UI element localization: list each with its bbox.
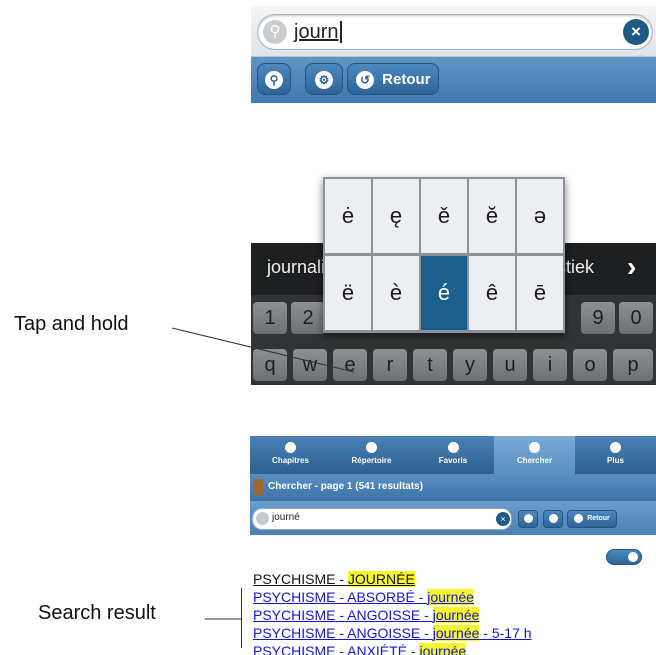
search-icon <box>529 442 540 453</box>
results-list: PSYCHISME - JOURNÉE PSYCHISME - ABSORBÉ … <box>250 535 656 655</box>
result-prefix: PSYCHISME - ANGOISSE - <box>253 625 433 641</box>
result-item[interactable]: PSYCHISME - ANGOISSE - journée <box>253 607 480 623</box>
tab-chapitres[interactable]: Chapitres <box>250 436 331 474</box>
tab-label: Plus <box>607 456 624 465</box>
book-icon <box>285 442 296 453</box>
result-suffix: - 5-17 h <box>479 625 532 641</box>
gear-icon <box>548 513 558 523</box>
retour-button[interactable]: Retour <box>567 510 617 528</box>
result-bracket <box>241 588 242 648</box>
result-prefix: PSYCHISME - <box>253 571 348 587</box>
book-icon <box>253 479 263 495</box>
search-icon <box>523 513 533 523</box>
result-item[interactable]: PSYCHISME - ABSORBÉ - journée <box>253 589 474 605</box>
tab-plus[interactable]: Plus <box>575 436 656 474</box>
result-prefix: PSYCHISME - ABSORBÉ - <box>253 589 428 605</box>
page-title: Chercher - page 1 (541 resultats) <box>268 481 424 492</box>
result-item[interactable]: PSYCHISME - ANXIÉTÉ - journée <box>253 643 467 655</box>
result-item[interactable]: PSYCHISME - JOURNÉE <box>253 571 415 587</box>
clear-icon[interactable]: × <box>496 512 510 526</box>
page-header: Chercher - page 1 (541 resultats) <box>250 474 656 501</box>
tab-repertoire[interactable]: Répertoire <box>331 436 412 474</box>
result-item[interactable]: PSYCHISME - ANGOISSE - journée - 5-17 h <box>253 625 532 641</box>
tab-label: Favoris <box>438 456 468 465</box>
list-icon <box>366 442 377 453</box>
search-icon <box>256 512 269 525</box>
tab-bar: Chapitres Répertoire Favoris Chercher Pl… <box>250 436 656 474</box>
result-highlight: journée <box>419 643 467 655</box>
plus-icon <box>610 442 621 453</box>
tab-label: Chercher <box>516 456 553 465</box>
tab-label: Chapitres <box>272 456 309 465</box>
result-prefix: PSYCHISME - ANXIÉTÉ - <box>253 643 420 655</box>
chevron-right-icon <box>628 552 638 562</box>
result-prefix: PSYCHISME - ANGOISSE - <box>253 607 433 623</box>
result-highlight: journée <box>432 607 480 623</box>
result-highlight: journée <box>427 589 474 605</box>
tab-label: Répertoire <box>351 456 392 465</box>
star-icon <box>447 442 459 453</box>
next-page-button[interactable] <box>606 549 642 565</box>
search-row: journé × Retour <box>250 501 656 535</box>
settings-button[interactable] <box>543 510 563 528</box>
tab-favoris[interactable]: Favoris <box>412 436 494 474</box>
bottom-screenshot: Chapitres Répertoire Favoris Chercher Pl… <box>250 436 656 655</box>
result-highlight: JOURNÉE <box>347 571 415 587</box>
search-button[interactable] <box>518 510 538 528</box>
search-result-label: Search result <box>38 602 156 624</box>
retour-label: Retour <box>587 515 610 522</box>
tap-pointer-line <box>171 327 355 373</box>
search-input[interactable]: journé × <box>252 508 512 530</box>
tab-chercher[interactable]: Chercher <box>494 436 575 474</box>
search-input-text: journé <box>272 512 300 523</box>
back-icon <box>574 513 584 523</box>
result-highlight: journée <box>432 625 480 641</box>
